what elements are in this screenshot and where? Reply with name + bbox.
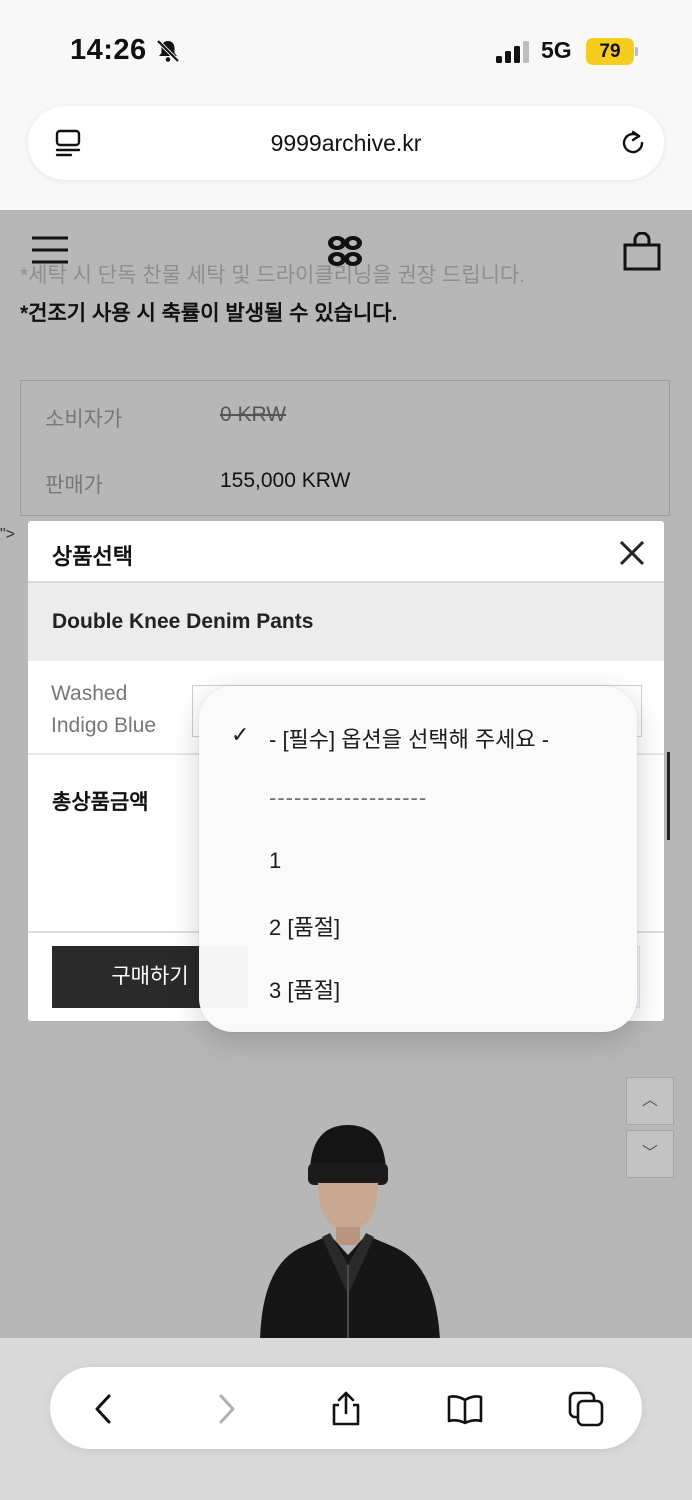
product-name-band: Double Knee Denim Pants	[28, 583, 664, 661]
picker-option-2[interactable]: 2 [품절]	[269, 910, 340, 942]
modal-title: 상품선택	[52, 544, 133, 569]
hamburger-menu-icon[interactable]	[32, 236, 68, 264]
bookmarks-icon[interactable]	[447, 1391, 483, 1427]
sale-price-value: 155,000 KRW	[220, 469, 351, 492]
product-name: Double Knee Denim Pants	[52, 610, 314, 633]
network-type: 5G	[541, 37, 572, 63]
option-picker-popup: ✓ - [필수] 옵션을 선택해 주세요 - -----------------…	[199, 686, 637, 1032]
reload-icon[interactable]	[618, 128, 648, 158]
bell-slash-icon	[156, 39, 180, 63]
cellular-signal-icon	[496, 41, 529, 63]
consumer-price-label: 소비자가	[45, 408, 123, 431]
battery-nub	[635, 47, 638, 56]
status-bar: 14:26 5G 79	[0, 0, 692, 100]
consumer-price-value: 0 KRW	[220, 403, 287, 426]
share-icon[interactable]	[328, 1391, 364, 1427]
browser-toolbar	[50, 1367, 642, 1449]
shopping-bag-icon[interactable]	[622, 232, 662, 272]
battery-level: 79	[586, 38, 634, 65]
modal-header: 상품선택	[28, 521, 664, 583]
care-note-2: *건조기 사용 시 축률이 발생될 수 있습니다.	[20, 302, 398, 325]
address-bar[interactable]: 9999archive.kr	[28, 106, 664, 180]
brand-logo-icon[interactable]	[324, 230, 366, 272]
scroll-up-button[interactable]: ︿	[626, 1077, 674, 1125]
price-table: 소비자가 0 KRW 판매가 155,000 KRW	[20, 380, 670, 516]
picker-option-3[interactable]: 3 [품절]	[269, 973, 340, 1005]
url-text[interactable]: 9999archive.kr	[28, 130, 664, 157]
option-color-label: Washed Indigo Blue	[51, 682, 157, 737]
background-box-edge	[663, 752, 670, 840]
checkmark-icon: ✓	[231, 722, 250, 747]
model-photo	[260, 1125, 440, 1338]
total-price-label: 총상품금액	[52, 791, 149, 814]
picker-option-1[interactable]: 1	[269, 848, 281, 874]
close-icon[interactable]	[618, 539, 646, 567]
status-time: 14:26	[70, 34, 147, 66]
back-icon[interactable]	[86, 1391, 122, 1427]
scroll-down-button[interactable]: ﹀	[626, 1130, 674, 1178]
forward-icon[interactable]	[208, 1391, 244, 1427]
care-note-1: *세탁 시 단독 찬물 세탁 및 드라이클리닝을 권장 드립니다.	[20, 264, 526, 287]
address-bar-area: 9999archive.kr	[0, 100, 692, 210]
picker-option-separator[interactable]: -------------------	[269, 785, 427, 811]
sale-price-label: 판매가	[45, 474, 103, 497]
stray-markup-text: ">	[0, 526, 16, 543]
picker-option-required[interactable]: - [필수] 옵션을 선택해 주세요 -	[269, 722, 549, 754]
tabs-icon[interactable]	[568, 1391, 604, 1427]
